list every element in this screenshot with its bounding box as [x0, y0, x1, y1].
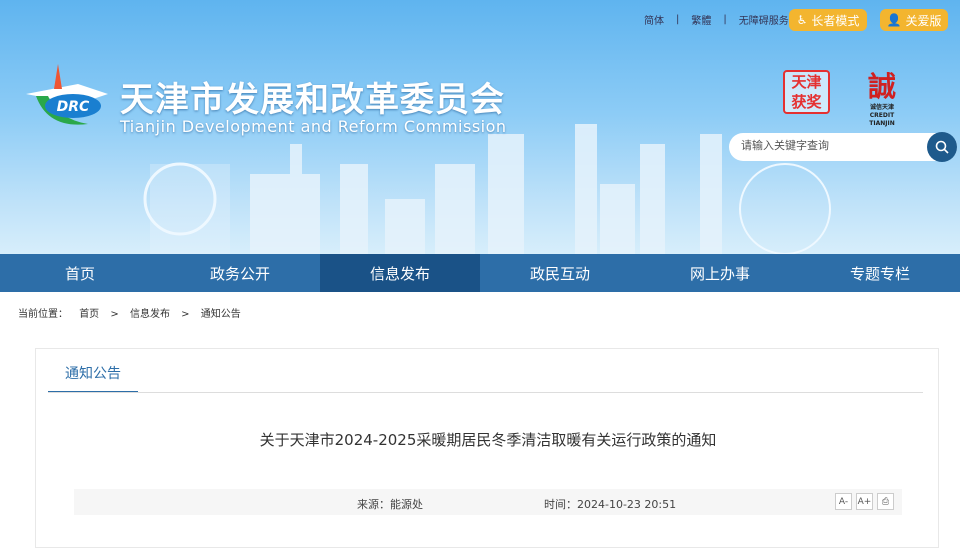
tianjin-seal-logo[interactable]: 天津 获奖: [783, 70, 830, 114]
user-icon: 👤: [886, 13, 902, 27]
site-title-en: Tianjin Development and Reform Commissio…: [120, 117, 507, 136]
care-version-button[interactable]: 👤 关爱版: [880, 9, 948, 31]
divider: |: [676, 14, 680, 25]
article-meta: 来源：能源处 时间：2024-10-23 20:51 A- A+ ⎙: [74, 489, 902, 515]
svg-text:DRC: DRC: [57, 99, 90, 115]
search-icon: [935, 140, 949, 154]
nav-topics[interactable]: 专题专栏: [800, 254, 960, 292]
print-icon: ⎙: [881, 496, 890, 507]
breadcrumb: 当前位置： 首页 > 信息发布 > 通知公告: [18, 309, 241, 320]
nav-online-services[interactable]: 网上办事: [640, 254, 800, 292]
traditional-link[interactable]: 繁體: [691, 12, 711, 27]
nav-interaction[interactable]: 政民互动: [480, 254, 640, 292]
credit-tianjin-logo[interactable]: 誠诚信天津 CREDIT TIANJIN: [860, 70, 904, 127]
tab-notices[interactable]: 通知公告: [48, 363, 138, 393]
breadcrumb-home[interactable]: 首页: [79, 309, 99, 320]
breadcrumb-info[interactable]: 信息发布: [130, 309, 170, 320]
divider: [48, 392, 923, 393]
drc-logo: DRC: [26, 64, 108, 125]
search-input[interactable]: [741, 139, 921, 152]
nav-info-release[interactable]: 信息发布: [320, 254, 480, 292]
article-title: 关于天津市2024-2025采暖期居民冬季清洁取暖有关运行政策的通知: [259, 431, 717, 449]
nav-gov-affairs[interactable]: 政务公开: [160, 254, 320, 292]
divider: |: [723, 14, 727, 25]
nav-home[interactable]: 首页: [0, 254, 160, 292]
site-header: 简体 | 繁體 | 无障碍服务 ♿ 长者模式 👤 关爱版 DRC 天津市发展和改革委…: [0, 0, 960, 254]
simplified-link[interactable]: 简体: [644, 12, 664, 27]
elder-mode-button[interactable]: ♿ 长者模式: [789, 9, 867, 31]
search-button[interactable]: [927, 132, 957, 162]
search-box: [729, 132, 957, 162]
font-decrease-button[interactable]: A-: [835, 493, 852, 510]
article-source: 来源：能源处: [357, 498, 423, 511]
top-links: 简体 | 繁體 | 无障碍服务: [644, 12, 801, 27]
site-title: 天津市发展和改革委员会: [120, 80, 505, 120]
main-nav: 首页 政务公开 信息发布 政民互动 网上办事 专题专栏: [0, 254, 960, 292]
font-increase-button[interactable]: A+: [856, 493, 873, 510]
accessibility-link[interactable]: 无障碍服务: [739, 12, 789, 27]
elder-icon: ♿: [796, 13, 808, 27]
article-card: 通知公告 关于天津市2024-2025采暖期居民冬季清洁取暖有关运行政策的通知 …: [35, 348, 939, 548]
article-time: 时间：2024-10-23 20:51: [544, 498, 677, 511]
breadcrumb-notices[interactable]: 通知公告: [201, 309, 241, 320]
print-button[interactable]: ⎙: [877, 493, 894, 510]
